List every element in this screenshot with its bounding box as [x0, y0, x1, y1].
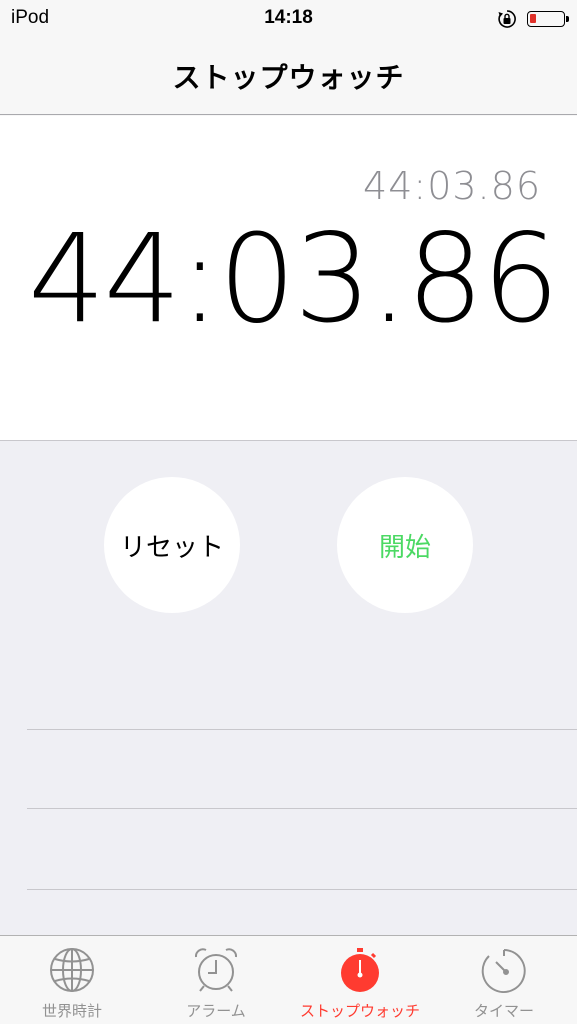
battery-icon: [527, 11, 569, 27]
status-bar: iPod 14:18: [0, 0, 577, 38]
globe-icon: [50, 948, 94, 992]
navigation-bar: ストップウォッチ: [0, 38, 577, 115]
tab-bar: 世界時計 アラーム ストップウォッチ タイマー: [0, 935, 577, 1024]
tab-timer[interactable]: タイマー: [432, 936, 576, 1024]
status-time: 14:18: [264, 7, 313, 28]
stopwatch-icon: [341, 948, 379, 992]
tab-alarm[interactable]: アラーム: [144, 936, 288, 1024]
status-indicators: [497, 9, 569, 29]
page-title: ストップウォッチ: [172, 61, 405, 94]
tab-label: アラーム: [186, 1002, 246, 1020]
tab-label: タイマー: [473, 1002, 534, 1020]
start-button[interactable]: 開始: [337, 477, 473, 613]
lap-row-divider: [27, 729, 577, 730]
lap-row-divider: [27, 808, 577, 809]
battery-level: [530, 14, 536, 23]
alarm-clock-icon: [194, 948, 238, 992]
tab-label: 世界時計: [41, 1002, 102, 1020]
tab-stopwatch[interactable]: ストップウォッチ: [288, 936, 432, 1024]
timer-icon: [481, 949, 526, 993]
controls-area: リセット 開始: [0, 441, 577, 935]
rotation-lock-icon: [498, 10, 516, 28]
lap-time: 44:03.86: [363, 164, 541, 208]
elapsed-time: 44:03.86: [28, 208, 560, 350]
tab-world-clock[interactable]: 世界時計: [0, 936, 144, 1024]
tab-label: ストップウォッチ: [299, 1002, 420, 1020]
timer-display: 44:03.86 44:03.86: [0, 116, 577, 441]
stopwatch-screen: iPod 14:18 ストップウォッチ 44:03.86 44:03.86 リセ…: [0, 0, 577, 1024]
reset-button[interactable]: リセット: [104, 477, 240, 613]
lap-row-divider: [27, 889, 577, 890]
